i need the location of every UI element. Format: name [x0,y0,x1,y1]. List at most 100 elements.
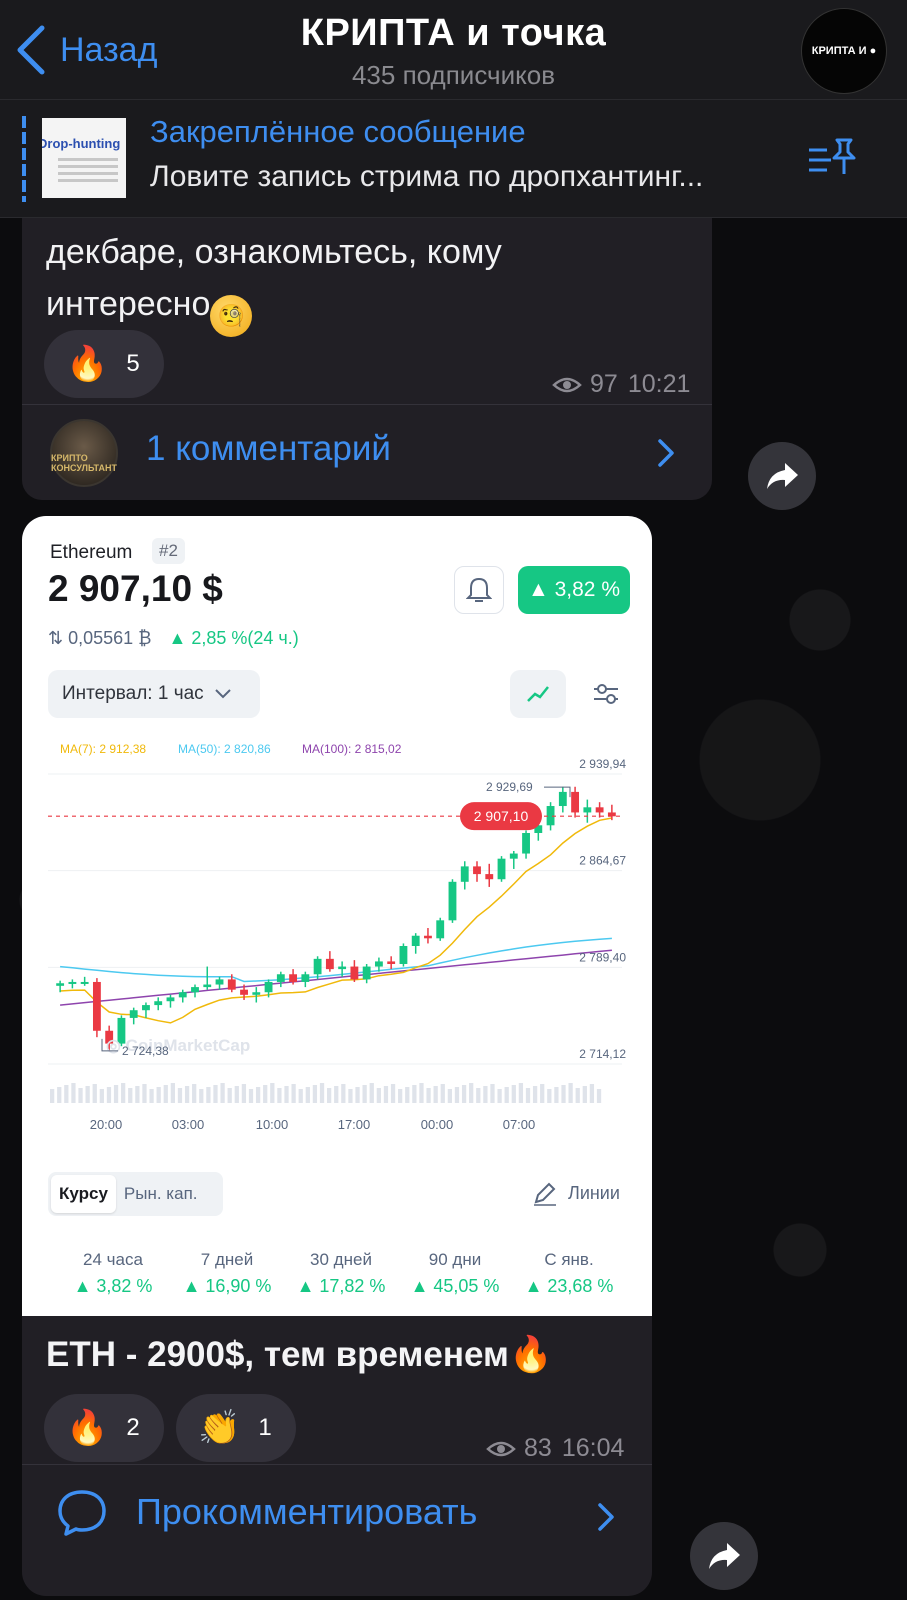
candle-body [80,981,89,984]
period-stat: 7 дней ▲ 16,90 % [182,1250,272,1296]
reaction-fire[interactable]: 🔥 5 [44,330,164,398]
pinned-text: Ловите запись стрима по дропхантинг... [150,160,704,193]
coin-rank-badge: #2 [152,538,185,564]
x-tick-label: 20:00 [90,1117,123,1132]
price-card-image[interactable]: Ethereum #2 2 907,10 $ ▲ 3,82 % ⇅ 0,0556… [22,516,652,1316]
volume-bar [483,1086,488,1103]
volume-bar [298,1089,303,1103]
volume-bar [390,1084,396,1103]
btc-price-row: ⇅ 0,05561 ₿ ▲ 2,85 %(24 ч.) [48,628,299,649]
channel-avatar[interactable]: КРИПТА И ● [801,8,887,94]
candle-body [154,1001,163,1006]
clapping-hands-icon: 👏 [198,1409,241,1447]
candle-body [68,981,77,984]
volume-bar [376,1088,381,1103]
comment-label: Прокомментировать [136,1491,478,1532]
volume-bar [440,1084,445,1103]
volume-bar [177,1088,183,1103]
candle-body [436,920,445,939]
change-badge: ▲ 3,82 % [518,566,630,614]
comment-button[interactable]: Прокомментировать [22,1464,652,1596]
coin-price: 2 907,10 $ [48,568,223,609]
share-button[interactable] [690,1522,758,1590]
volume-bar [476,1088,481,1103]
volume-bar [398,1089,403,1103]
x-tick-label: 07:00 [503,1117,536,1132]
chart-tabs: Курсу Рын. кап. [48,1172,223,1216]
message-bubble: Ethereum #2 2 907,10 $ ▲ 3,82 % ⇅ 0,0556… [22,516,652,1596]
volume-bar [106,1087,112,1103]
volume-bar [334,1086,339,1103]
volume-bar [532,1086,538,1103]
price-chart: MA(7): 2 912,38 MA(50): 2 820,86 MA(100): … [48,742,626,1132]
volume-bar [341,1084,346,1103]
comments-count: 1 комментарий [146,429,391,468]
candle-body [509,853,518,859]
comments-link[interactable]: КРИПТО КОНСУЛЬТАНТ 1 комментарий [22,404,712,500]
volume-bar [327,1088,332,1103]
volume-bar [92,1084,97,1103]
y-tick-label: 2 789,40 [579,950,626,964]
candle-body [56,983,65,986]
reaction-clap[interactable]: 👏 1 [176,1394,296,1462]
volume-bar [128,1088,133,1103]
candle-body [374,961,383,967]
y-tick-label: 2 714,12 [579,1047,626,1061]
volume-bar [348,1089,353,1103]
pinned-thumbnail-text: Drop-hunting [42,136,121,151]
interval-select: Интервал: 1 час [48,670,260,718]
x-tick-label: 03:00 [172,1117,205,1132]
x-tick-label: 00:00 [421,1117,454,1132]
tab-market-cap: Рын. кап. [123,1184,198,1203]
candle-body [325,958,334,970]
volume-bar [156,1087,161,1103]
candle-body [92,981,101,1031]
candle-body [301,974,310,982]
volume-bar [206,1087,211,1103]
reaction-fire[interactable]: 🔥 2 [44,1394,164,1462]
fire-icon: 🔥 [66,1409,109,1447]
volume-bar [461,1085,467,1103]
volume-bar [248,1089,254,1103]
candle-body [595,807,604,813]
volume-bar [454,1087,460,1103]
high-price-label: 2 929,69 [486,780,533,794]
candle-body [178,992,187,998]
candle-body [411,935,420,947]
pin-list-icon[interactable] [807,136,857,180]
candle-body [215,979,224,985]
channel-title[interactable]: КРИПТА и точка [0,12,907,55]
change-24h: ▲ 2,85 %(24 ч.) [168,628,299,648]
volume-bar [255,1087,261,1103]
message-text: ETH - 2900$, тем временем🔥 [46,1335,553,1374]
volume-bar [319,1083,325,1103]
volume-bar [497,1089,502,1103]
message-time: 16:04 [561,1434,625,1462]
sliders-icon [594,684,618,704]
low-price-label: 2 724,38 [122,1044,169,1058]
volume-bar [355,1087,360,1103]
message-bubble: декбаре, ознакомьтесь, кому интересно 🧐 🔥… [22,218,712,500]
candle-body [240,989,248,995]
fire-icon: 🔥 [66,345,109,383]
volume-bar [99,1089,104,1103]
candle-body [313,958,322,975]
volume-bar [412,1085,417,1103]
volume-bar [284,1086,289,1103]
candle-body [387,961,396,964]
volume-bar [312,1085,318,1103]
eye-icon [552,377,582,392]
volume-bar [135,1086,140,1103]
pinned-message[interactable]: Drop-hunting Закреплённое сообщение Лови… [0,100,907,218]
share-button[interactable] [748,442,816,510]
candle-body [424,935,432,939]
volume-bar [64,1085,69,1103]
line-chart-toggle [510,670,566,718]
volume-bar [192,1084,197,1103]
chart-settings-button [582,670,630,718]
candle-body [485,874,494,880]
volume-bar [504,1087,509,1103]
volume-bar [113,1085,119,1103]
volume-bar [199,1089,204,1103]
volume-bar [575,1088,580,1103]
